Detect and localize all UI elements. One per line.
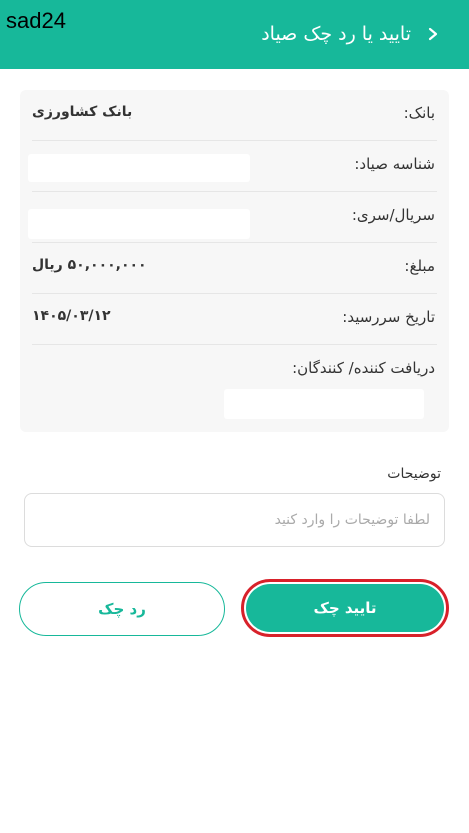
serial-row: سریال/سری:	[28, 192, 437, 243]
receivers-row: دریافت کننده/ کنندگان:	[32, 345, 437, 425]
watermark-text: sad24	[6, 8, 66, 33]
sayad-id-label: شناسه صیاد:	[354, 155, 435, 173]
redacted-serial	[28, 209, 250, 239]
reject-cheque-button[interactable]: رد چک	[19, 582, 225, 636]
amount-row: مبلغ: ۵۰,۰۰۰,۰۰۰ ریال	[32, 243, 437, 294]
receivers-label: دریافت کننده/ کنندگان:	[292, 359, 435, 377]
bank-value: بانک کشاورزی	[32, 104, 133, 120]
redacted-sayad-id	[28, 154, 250, 182]
description-input[interactable]	[24, 493, 445, 547]
chevron-right-icon[interactable]	[421, 22, 445, 46]
amount-label: مبلغ:	[404, 257, 435, 275]
bank-row: بانک: بانک کشاورزی	[32, 90, 437, 141]
description-label: توضیحات	[387, 466, 441, 482]
sayad-id-row: شناسه صیاد:	[28, 141, 437, 192]
bank-label: بانک:	[403, 104, 435, 122]
due-date-label: تاریخ سررسید:	[342, 308, 435, 326]
app-header: sad24 تایید یا رد چک صیاد	[0, 0, 469, 69]
confirm-cheque-button[interactable]: تایید چک	[246, 584, 444, 632]
cheque-details-card: بانک: بانک کشاورزی شناسه صیاد: سریال/سری…	[20, 90, 449, 432]
redacted-receivers	[224, 389, 424, 419]
due-date-value: ۱۴۰۵/۰۳/۱۲	[32, 308, 111, 324]
amount-value: ۵۰,۰۰۰,۰۰۰ ریال	[32, 257, 147, 273]
due-date-row: تاریخ سررسید: ۱۴۰۵/۰۳/۱۲	[32, 294, 437, 345]
serial-label: سریال/سری:	[351, 206, 435, 224]
page-title: تایید یا رد چک صیاد	[261, 23, 411, 45]
chevron-right-icon-glyph	[428, 27, 438, 41]
